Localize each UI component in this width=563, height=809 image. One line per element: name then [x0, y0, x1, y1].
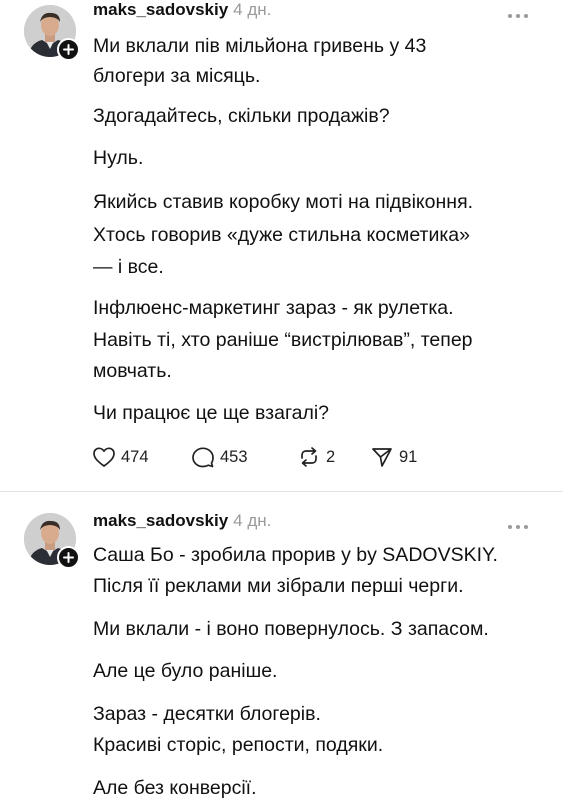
- post-text-line: Ми вклали пів мільйона гривень у 43: [93, 35, 427, 57]
- comment-count: 453: [220, 447, 248, 466]
- post-text-line: Навіть ті, хто раніше “вистрілював”, теп…: [93, 329, 473, 351]
- post-text-line: Після її реклами ми зібрали перші черги.: [93, 575, 464, 597]
- heart-icon: [93, 447, 115, 467]
- post-text-line: Саша Бо - зробила прорив у by SADOVSKIY.: [93, 544, 498, 566]
- post-text-line: Зараз - десятки блогерів.: [93, 703, 321, 725]
- follow-plus-icon[interactable]: [57, 38, 80, 61]
- avatar[interactable]: [24, 513, 80, 569]
- post-text-line: Але це було раніше.: [93, 660, 278, 682]
- post-text-line: Якийсь ставив коробку моті на підвіконня…: [93, 191, 474, 213]
- post-text-line: Ми вклали - і воно повернулось. З запасо…: [93, 618, 489, 640]
- post-text-line: — і все.: [93, 256, 164, 278]
- post-text-line: Але без конверсії.: [93, 777, 257, 799]
- follow-plus-icon[interactable]: [57, 546, 80, 569]
- post-header: maks_sadovskiy 4 дн.: [93, 0, 539, 26]
- like-count: 474: [121, 447, 149, 466]
- share-count: 91: [399, 447, 418, 466]
- username[interactable]: maks_sadovskiy: [93, 0, 228, 19]
- repost-button[interactable]: 2: [297, 446, 335, 468]
- like-button[interactable]: 474: [92, 446, 149, 468]
- share-button[interactable]: 91: [370, 446, 417, 468]
- avatar[interactable]: [24, 5, 80, 61]
- post-text-line: блогери за місяць.: [93, 65, 261, 87]
- post-header: maks_sadovskiy 4 дн.: [93, 511, 539, 537]
- post-text-line: мовчать.: [93, 360, 172, 382]
- post-text-line: Красиві сторіс, репости, подяки.: [93, 734, 384, 756]
- share-icon: [372, 448, 392, 467]
- post-divider: [0, 491, 563, 492]
- post-text-line: Хтось говорив «дуже стильна косметика»: [93, 224, 470, 246]
- more-dots-icon[interactable]: [507, 6, 529, 24]
- comment-button[interactable]: 453: [191, 446, 248, 468]
- post-text-line: Інфлюенс-маркетинг зараз - як рулетка.: [93, 297, 454, 319]
- post-text-line: Здогадайтесь, скільки продажів?: [93, 105, 390, 127]
- post-time: 4 дн.: [233, 511, 272, 530]
- username[interactable]: maks_sadovskiy: [93, 511, 228, 530]
- more-dots-icon[interactable]: [507, 517, 529, 535]
- repost-count: 2: [326, 447, 336, 466]
- post-text-line: Нуль.: [93, 147, 144, 169]
- comment-icon: [192, 447, 214, 468]
- post-text-line: Чи працює це ще взагалі?: [93, 402, 330, 424]
- repost-icon: [301, 447, 317, 467]
- post-time: 4 дн.: [233, 0, 272, 19]
